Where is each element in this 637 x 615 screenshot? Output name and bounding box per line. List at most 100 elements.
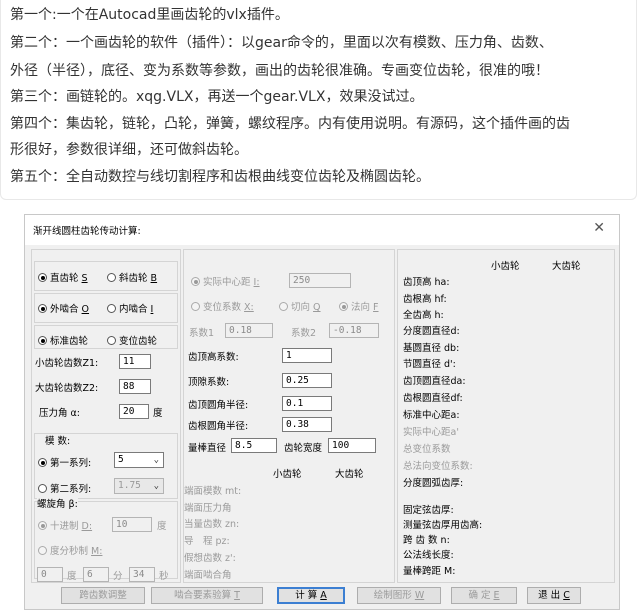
result-total-normal-shift: 总法向变位系数: [403,461,473,472]
exit-button[interactable]: 退 出 C [527,587,581,604]
root-radius-input[interactable]: 0.38 [282,417,332,432]
adjust-span-label: 跨齿数调整 [79,590,127,601]
series2-select[interactable]: 1.75 ⌄ [114,478,164,494]
modified-label: 变位齿轮 [119,336,158,347]
param-zn: 当量齿数 zn: [184,519,240,530]
draw-button[interactable]: 绘制图形 W [357,587,441,604]
decimal-unit: 度 [157,521,167,532]
helix-angle-title: 螺旋角 β: [37,496,78,510]
result-chordal-thickness: 固定弦齿厚: [403,505,454,516]
spur-radio[interactable]: 直齿轮 S [38,270,88,284]
calculate-button[interactable]: 计 算 A [277,587,345,604]
ok-hotkey: E [493,590,500,601]
radio-dot-icon [279,302,288,311]
result-operating-dia: 节圆直径 d': [403,359,456,370]
close-icon[interactable]: ✕ [593,220,605,236]
paragraph-3: 外径（半径），底径、变为系数等参数，画出的齿轮很准确。专画变位齿轮，很准的哦！ [10,63,549,79]
radio-dot-icon [38,484,47,493]
x2-input[interactable]: -0.18 [329,323,379,338]
radio-dot-icon [107,304,116,313]
second-unit: 秒 [159,571,169,582]
result-total-shift: 总变位系数 [403,444,451,455]
chevron-down-icon: ⌄ [153,481,159,491]
center-distance-hotkey: I: [253,277,260,288]
x2-label: 系数2 [291,328,317,339]
minute-input[interactable]: 6 [83,567,109,582]
decimal-radio[interactable]: 十进制 D: [38,518,92,532]
spur-label: 直齿轮 [50,273,79,284]
tip-radius-input[interactable]: 0.1 [282,396,332,411]
shift-coef-radio[interactable]: 变位系数 X: [191,299,254,313]
calculate-label: 计 算 [295,590,318,601]
standard-gear-radio[interactable]: 标准齿轮 [38,333,88,347]
clearance-label: 顶隙系数: [188,377,230,388]
pressure-angle-unit: 度 [153,408,163,419]
series2-label: 第二系列: [50,484,92,495]
normal-radio[interactable]: 法向 F [339,299,379,313]
tangent-radio[interactable]: 切向 Q [279,299,321,313]
param-mt: 端面模数 mt: [184,486,242,497]
draw-hotkey: W [414,590,425,601]
series1-radio[interactable]: 第一系列: [38,455,91,469]
normal-label: 法向 [351,302,371,313]
series2-radio[interactable]: 第二系列: [38,481,91,495]
param-lead: 导 程 pz: [184,536,230,547]
standard-label: 标准齿轮 [50,336,89,347]
dms-radio[interactable]: 度分秒制 M: [38,543,102,557]
radio-dot-icon [38,336,47,345]
decimal-input[interactable]: 10 [112,517,152,532]
param-transverse-angle: 端面压力角 [184,503,232,514]
second-input[interactable]: 34 [129,567,155,582]
large-gear-header: 大齿轮 [335,469,364,480]
z1-label: 小齿轮齿数Z1: [35,358,99,369]
exit-hotkey: C [563,590,570,601]
radio-dot-icon [38,546,47,555]
series1-label: 第一系列: [50,458,92,469]
z2-input[interactable]: 88 [119,379,151,394]
center-distance-input[interactable]: 250 [289,273,351,288]
x1-input[interactable]: 0.18 [225,323,273,338]
param-virtual-z: 假想齿数 z': [184,553,236,564]
clearance-input[interactable]: 0.25 [282,373,332,388]
face-width-input[interactable]: 100 [328,438,376,453]
face-width-label: 齿轮宽度 [284,443,323,454]
external-label: 外啮合 [50,304,79,315]
series1-select[interactable]: 5 ⌄ [114,452,164,468]
external-hotkey: O [81,304,90,315]
draw-label: 绘制图形 [373,590,412,601]
internal-mesh-radio[interactable]: 内啮合 I [107,301,153,315]
module-title: 模 数: [45,436,71,447]
ok-button[interactable]: 确 定 E [451,587,517,604]
tip-radius-label: 齿顶圆角半径: [188,400,249,411]
result-dedendum: 齿根高 hf: [403,294,447,305]
pin-diameter-input[interactable]: 8.5 [231,438,277,453]
modified-gear-radio[interactable]: 变位齿轮 [107,333,157,347]
calculate-hotkey: A [320,590,327,601]
helical-label: 斜齿轮 [119,273,148,284]
shift-coef-hotkey: X: [244,302,254,313]
gear-calc-dialog: 渐开线圆柱齿轮传动计算: ✕ 直齿轮 S 斜齿轮 B 外啮合 O 内啮合 I 标… [24,214,620,610]
radio-dot-icon [38,521,47,530]
z2-label: 大齿轮齿数Z2: [35,383,99,394]
helical-radio[interactable]: 斜齿轮 B [107,270,157,284]
external-mesh-radio[interactable]: 外啮合 O [38,301,89,315]
radio-dot-icon [191,277,200,286]
radio-dot-icon [107,273,116,282]
result-root-dia: 齿根圆直径df: [403,393,463,404]
center-distance-checkbox[interactable]: 实际中心距 I: [191,274,260,288]
pressure-angle-input[interactable]: 20 [119,404,149,419]
mesh-check-button[interactable]: 啮合要素验算 T [151,587,263,604]
radio-dot-icon [339,302,348,311]
degree-input[interactable]: 0 [37,567,63,582]
x1-label: 系数1 [189,328,215,339]
z1-input[interactable]: 11 [119,354,151,369]
adjust-span-button[interactable]: 跨齿数调整 [61,587,145,604]
result-large-header: 大齿轮 [552,261,581,272]
tangent-hotkey: Q [313,302,321,313]
ok-label: 确 定 [468,590,491,601]
addendum-coef-input[interactable]: 1 [282,348,332,363]
paragraph-4: 第三个：画链轮的。xqg.VLX，再送一个gear.VLX，效果没试过。 [10,89,424,105]
result-base-dia: 基圆直径 db: [403,343,460,354]
series2-value: 1.75 [118,480,141,491]
helical-hotkey: B [150,273,158,284]
